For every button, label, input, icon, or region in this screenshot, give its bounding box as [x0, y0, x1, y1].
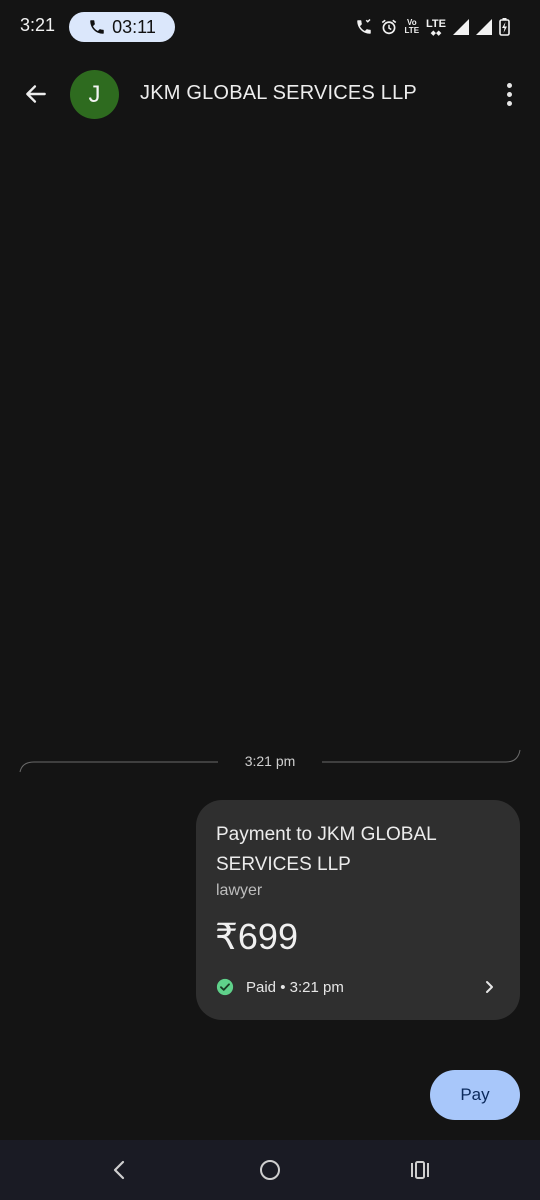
- check-circle-icon: [216, 978, 234, 996]
- battery-charging-icon: [499, 18, 510, 36]
- signal-icon-2: [476, 19, 492, 35]
- message-timestamp: 3:21 pm: [244, 753, 296, 769]
- signal-icon: [453, 19, 469, 35]
- pay-button[interactable]: Pay: [430, 1070, 520, 1120]
- chevron-right-icon: [486, 981, 493, 993]
- contact-avatar[interactable]: J: [70, 70, 119, 119]
- call-in-progress-icon: [356, 18, 371, 34]
- lte-indicator: LTE ◆◆: [426, 17, 446, 37]
- payment-card[interactable]: Payment to JKM GLOBAL SERVICES LLP lawye…: [196, 800, 520, 1020]
- nav-back-icon: [113, 1160, 125, 1180]
- nav-home-button[interactable]: [255, 1155, 285, 1185]
- timestamp-divider: 3:21 pm: [0, 740, 540, 784]
- phone-icon: [90, 20, 104, 34]
- conversation-header: J JKM GLOBAL SERVICES LLP: [0, 54, 540, 134]
- back-button[interactable]: [18, 76, 54, 112]
- nav-recents-icon: [411, 1161, 429, 1179]
- avatar-initial: J: [88, 80, 101, 108]
- payment-note: lawyer: [216, 882, 263, 899]
- nav-back-button[interactable]: [105, 1155, 135, 1185]
- status-bar: 3:21 03:11 Vo LTE LTE ◆◆: [0, 0, 540, 54]
- ongoing-call-chip[interactable]: 03:11: [69, 12, 175, 42]
- nav-recents-button[interactable]: [405, 1155, 435, 1185]
- payment-status-text: Paid • 3:21 pm: [246, 978, 344, 996]
- pay-button-label: Pay: [460, 1085, 490, 1104]
- status-time: 3:21: [20, 15, 56, 35]
- contact-name[interactable]: JKM GLOBAL SERVICES LLP: [140, 82, 417, 105]
- payment-status: Paid • 3:21 pm: [216, 978, 344, 996]
- status-icons: Vo LTE LTE ◆◆: [355, 14, 510, 40]
- more-options-button[interactable]: [494, 78, 524, 110]
- payment-amount: ₹699: [215, 916, 298, 957]
- more-vert-icon: [506, 82, 512, 88]
- call-timer: 03:11: [112, 16, 156, 37]
- nav-home-icon: [260, 1160, 280, 1180]
- volte-indicator: Vo LTE: [404, 18, 420, 35]
- arrow-back-icon: [26, 85, 46, 103]
- system-nav-bar: [0, 1140, 540, 1200]
- payment-title: Payment to JKM GLOBAL SERVICES LLP: [216, 824, 436, 875]
- alarm-icon: [381, 19, 396, 35]
